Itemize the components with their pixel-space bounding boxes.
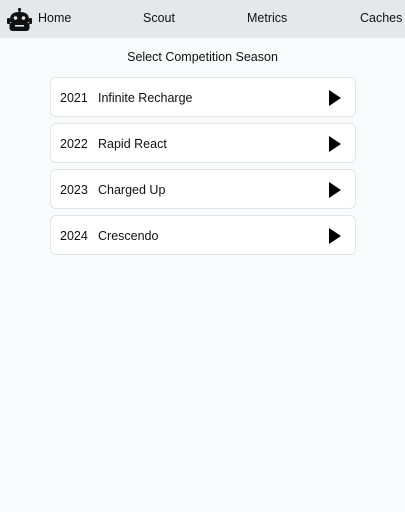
season-name: Rapid React — [98, 137, 167, 151]
season-name: Infinite Recharge — [98, 91, 193, 105]
nav-home-link[interactable]: Home — [38, 11, 71, 25]
nav-metrics-link[interactable]: Metrics — [247, 11, 287, 25]
season-name: Crescendo — [98, 229, 159, 243]
play-icon[interactable] — [329, 90, 341, 106]
play-icon[interactable] — [329, 136, 341, 152]
top-navbar: Home Scout Metrics Caches — [0, 0, 405, 38]
season-item-2023[interactable]: 2023 Charged Up — [50, 169, 356, 209]
season-year: 2021 — [60, 91, 88, 105]
season-year: 2023 — [60, 183, 88, 197]
nav-scout-link[interactable]: Scout — [143, 11, 175, 25]
season-item-2024[interactable]: 2024 Crescendo — [50, 215, 356, 255]
season-item-2021[interactable]: 2021 Infinite Recharge — [50, 77, 356, 117]
season-year: 2022 — [60, 137, 88, 151]
robot-icon[interactable] — [7, 8, 32, 32]
page-title: Select Competition Season — [127, 50, 278, 64]
play-icon[interactable] — [329, 182, 341, 198]
season-list: 2021 Infinite Recharge 2022 Rapid React … — [50, 77, 356, 261]
nav-caches-link[interactable]: Caches — [360, 11, 402, 25]
season-item-2022[interactable]: 2022 Rapid React — [50, 123, 356, 163]
season-year: 2024 — [60, 229, 88, 243]
season-name: Charged Up — [98, 183, 166, 197]
play-icon[interactable] — [329, 228, 341, 244]
